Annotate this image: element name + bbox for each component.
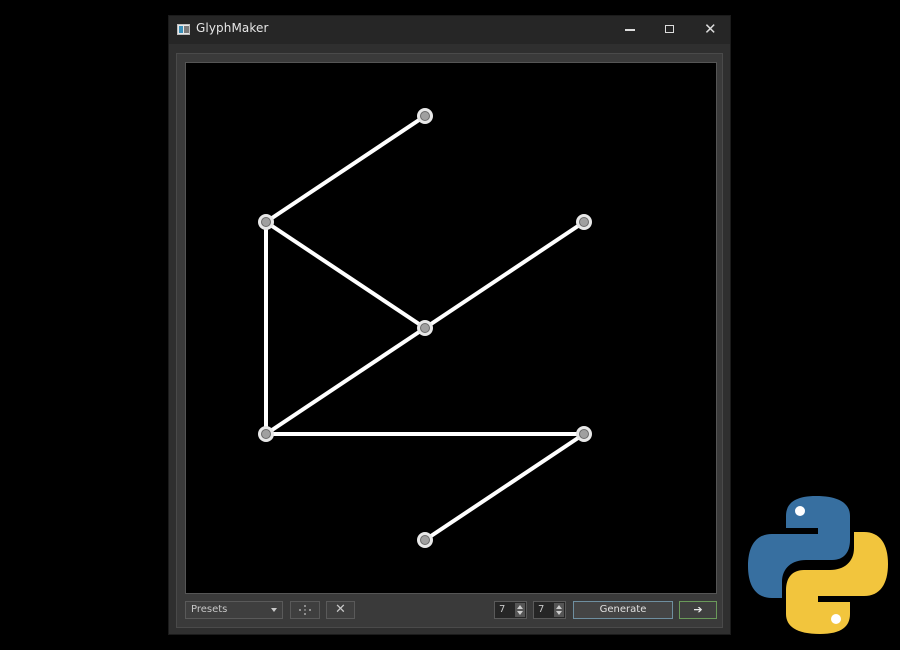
glyph-edge [423, 432, 586, 542]
python-logo-eye [831, 614, 841, 624]
close-button[interactable]: ✕ [690, 16, 730, 44]
arrow-down-icon[interactable] [517, 611, 523, 615]
title-bar[interactable]: GlyphMaker ✕ [169, 16, 730, 44]
next-button[interactable]: ➔ [679, 601, 717, 619]
glyph-node-core [579, 429, 589, 439]
arrow-right-icon: ➔ [693, 603, 703, 616]
close-icon: ✕ [704, 20, 717, 38]
glyph-node-core [261, 429, 271, 439]
python-logo [748, 496, 888, 634]
glyph-edge [264, 326, 427, 436]
maximize-icon [665, 25, 674, 33]
columns-value: 7 [499, 604, 506, 615]
glyph-canvas[interactable] [185, 62, 717, 594]
spinner-arrows[interactable] [554, 603, 564, 617]
minimize-icon [625, 29, 635, 31]
scatter-icon [299, 605, 311, 615]
scatter-button[interactable] [290, 601, 320, 619]
glyph-edge [264, 114, 427, 224]
glyph-node-core [579, 217, 589, 227]
spinner-arrows[interactable] [515, 603, 525, 617]
glyph-node-core [420, 323, 430, 333]
maximize-button[interactable] [650, 16, 690, 44]
clear-button[interactable]: ✕ [326, 601, 355, 619]
columns-spinbox[interactable]: 7 [494, 601, 527, 619]
glyph-node-core [420, 535, 430, 545]
window-title: GlyphMaker [196, 21, 269, 35]
glyph-node-core [261, 217, 271, 227]
generate-label: Generate [599, 604, 647, 615]
app-icon [177, 24, 190, 35]
generate-button[interactable]: Generate [573, 601, 673, 619]
chevron-down-icon [271, 608, 277, 612]
arrow-up-icon[interactable] [556, 605, 562, 609]
rows-spinbox[interactable]: 7 [533, 601, 566, 619]
python-logo-eye [795, 506, 805, 516]
glyph-node-core [420, 111, 430, 121]
minimize-button[interactable] [610, 16, 650, 44]
clear-icon: ✕ [335, 602, 346, 617]
app-window: GlyphMaker ✕ Presets ✕ 7 7 Generate ➔ [168, 15, 731, 635]
glyph-drawing [258, 108, 592, 548]
glyph-edge [423, 220, 586, 330]
arrow-up-icon[interactable] [517, 605, 523, 609]
rows-value: 7 [538, 604, 545, 615]
presets-label: Presets [191, 604, 228, 615]
content-panel: Presets ✕ 7 7 Generate ➔ [176, 53, 723, 628]
arrow-down-icon[interactable] [556, 611, 562, 615]
presets-dropdown[interactable]: Presets [185, 601, 283, 619]
glyph-edge [264, 220, 427, 330]
